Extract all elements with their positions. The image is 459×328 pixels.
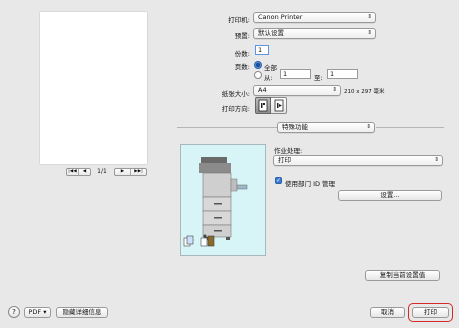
pages-label: 页数:	[234, 63, 250, 71]
section-value: 特殊功能	[282, 123, 308, 131]
paper-size-label: 纸张大小:	[221, 90, 250, 98]
pages-all-radio[interactable]	[254, 61, 262, 69]
updown-icon: ⇕	[367, 14, 372, 20]
printer-label: 打印机:	[228, 16, 250, 24]
paper-size-select[interactable]: A4 ⇕	[253, 85, 341, 96]
prev-page-button[interactable]: ◀	[79, 169, 90, 175]
pages-range-radio[interactable]	[254, 71, 262, 79]
portrait-icon	[258, 99, 268, 112]
updown-icon: ⇕	[367, 30, 372, 36]
dept-id-checkbox[interactable]: ✓	[275, 177, 282, 184]
printer-select[interactable]: Canon Printer ⇕	[253, 12, 376, 23]
pager-back-group[interactable]: |◀◀ ◀	[66, 168, 91, 176]
help-button[interactable]: ?	[8, 306, 20, 318]
section-select[interactable]: 特殊功能 ⇕	[277, 122, 375, 133]
landscape-icon	[274, 99, 284, 112]
job-value: 打印	[278, 156, 291, 164]
updown-icon: ⇕	[332, 87, 337, 93]
hide-details-button[interactable]: 隐藏详细信息	[56, 307, 108, 318]
pager-forward-group[interactable]: ▶ ▶▶|	[114, 168, 147, 176]
page-preview	[40, 12, 147, 164]
portrait-button[interactable]	[255, 97, 271, 114]
next-page-button[interactable]: ▶	[115, 169, 131, 175]
settings-button[interactable]: 设置...	[338, 190, 442, 201]
pages-all-label: 全部	[264, 64, 277, 72]
job-select[interactable]: 打印 ⇕	[273, 155, 443, 166]
pdf-menu-button[interactable]: PDF ▾	[24, 307, 51, 318]
paper-dimensions: 210 x 297 毫米	[344, 89, 385, 95]
orientation-label: 打印方向:	[221, 105, 250, 113]
updown-icon: ⇕	[366, 124, 371, 130]
copies-input[interactable]: 1	[255, 45, 269, 55]
page-indicator: 1/1	[97, 168, 107, 175]
section-separator-left	[177, 127, 277, 128]
preset-select[interactable]: 默认设置 ⇕	[253, 28, 376, 39]
landscape-button[interactable]	[271, 97, 287, 114]
cancel-button[interactable]: 取消	[370, 307, 405, 318]
pages-from-label: 从:	[264, 74, 273, 82]
pages-to-input[interactable]: 1	[327, 69, 358, 79]
job-label: 作业处理:	[274, 147, 303, 155]
first-page-button[interactable]: |◀◀	[67, 169, 79, 175]
pages-to-label: 至:	[314, 74, 323, 82]
preset-label: 预置:	[234, 32, 250, 40]
copy-current-settings-button[interactable]: 复制当前设置值	[365, 270, 440, 281]
section-separator-right	[376, 127, 444, 128]
print-button[interactable]: 打印	[412, 307, 449, 318]
finisher-icon	[200, 234, 216, 247]
last-page-button[interactable]: ▶▶|	[131, 169, 146, 175]
document-stack-icon	[183, 235, 195, 247]
updown-icon: ⇕	[434, 157, 439, 163]
paper-size-value: A4	[258, 86, 267, 94]
dept-id-label: 使用部门 ID 管理	[285, 180, 336, 188]
pages-from-input[interactable]: 1	[280, 69, 311, 79]
copies-label: 份数:	[234, 50, 250, 58]
preset-value: 默认设置	[258, 29, 284, 37]
printer-value: Canon Printer	[258, 13, 303, 21]
